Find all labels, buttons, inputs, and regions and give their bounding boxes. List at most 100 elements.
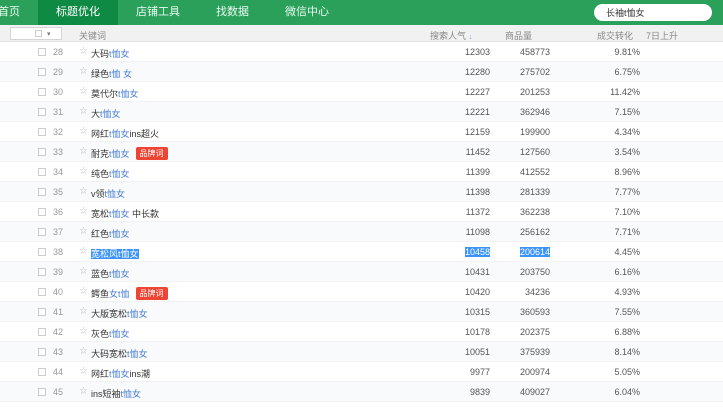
select-all-checkbox[interactable] bbox=[35, 30, 42, 37]
favorite-star-icon[interactable]: ☆ bbox=[79, 166, 88, 177]
favorite-star-icon[interactable]: ☆ bbox=[79, 86, 88, 97]
table-row[interactable]: 28 ☆ 大码t恤女 12303 458773 9.81% bbox=[0, 42, 723, 62]
favorite-star-icon[interactable]: ☆ bbox=[79, 386, 88, 397]
row-checkbox[interactable] bbox=[38, 248, 46, 256]
nav-item-find-data[interactable]: 找数据 bbox=[198, 0, 267, 25]
row-checkbox[interactable] bbox=[38, 208, 46, 216]
keyword-link[interactable]: 网红t恤女ins超火 bbox=[91, 127, 159, 140]
keyword-link[interactable]: 灰色t恤女 bbox=[91, 327, 130, 340]
search-input[interactable]: 长袖t恤女 bbox=[594, 4, 712, 21]
column-header-popularity[interactable]: 搜索人气 ↓ bbox=[430, 29, 473, 42]
table-row[interactable]: 29 ☆ 绿色t恤 女 12280 275702 6.75% bbox=[0, 62, 723, 82]
table-row[interactable]: 31 ☆ 大t恤女 12221 362946 7.15% bbox=[0, 102, 723, 122]
row-checkbox[interactable] bbox=[38, 288, 46, 296]
nav-item-home[interactable]: 首页 bbox=[0, 0, 38, 25]
conversion-value-text: 5.05% bbox=[614, 367, 640, 377]
keyword-link[interactable]: 绿色t恤 女 bbox=[91, 67, 132, 80]
table-row[interactable]: 32 ☆ 网红t恤女ins超火 12159 199900 4.34% bbox=[0, 122, 723, 142]
keyword-link[interactable]: 莫代尔t恤女 bbox=[91, 87, 139, 100]
favorite-star-icon[interactable]: ☆ bbox=[79, 266, 88, 277]
column-header-conversion[interactable]: 成交转化 bbox=[597, 29, 633, 42]
conversion-value-text: 6.16% bbox=[614, 267, 640, 277]
favorite-star-icon[interactable]: ☆ bbox=[79, 126, 88, 137]
products-value: 202375 bbox=[480, 327, 550, 337]
favorite-star-icon[interactable]: ☆ bbox=[79, 226, 88, 237]
column-header-7day-rise[interactable]: 7日上升 bbox=[646, 29, 678, 42]
favorite-star-icon[interactable]: ☆ bbox=[79, 46, 88, 57]
products-value: 362238 bbox=[480, 207, 550, 217]
keyword-link[interactable]: ins短袖t恤女 bbox=[91, 387, 141, 400]
table-row[interactable]: 37 ☆ 红色t恤女 11098 256162 7.71% bbox=[0, 222, 723, 242]
table-row[interactable]: 36 ☆ 宽松t恤女 中长款 11372 362238 7.10% bbox=[0, 202, 723, 222]
products-value-text: 281339 bbox=[519, 187, 550, 197]
row-checkbox[interactable] bbox=[38, 128, 46, 136]
table-row[interactable]: 45 ☆ ins短袖t恤女 9839 409027 6.04% bbox=[0, 382, 723, 402]
keyword-link[interactable]: 蓝色t恤女 bbox=[91, 267, 130, 280]
row-checkbox[interactable] bbox=[38, 368, 46, 376]
table-row[interactable]: 30 ☆ 莫代尔t恤女 12227 201253 11.42% bbox=[0, 82, 723, 102]
favorite-star-icon[interactable]: ☆ bbox=[79, 246, 88, 257]
select-all-dropdown[interactable]: ▾ bbox=[10, 27, 62, 40]
table-row[interactable]: 39 ☆ 蓝色t恤女 10431 203750 6.16% bbox=[0, 262, 723, 282]
row-checkbox[interactable] bbox=[38, 388, 46, 396]
row-checkbox[interactable] bbox=[38, 148, 46, 156]
keyword-link[interactable]: 鳄鱼女t恤 品牌词 bbox=[91, 287, 168, 300]
favorite-star-icon[interactable]: ☆ bbox=[79, 146, 88, 157]
keyword-link[interactable]: 耐克t恤女 品牌词 bbox=[91, 147, 168, 160]
row-checkbox[interactable] bbox=[38, 268, 46, 276]
conversion-value-text: 6.04% bbox=[614, 387, 640, 397]
favorite-star-icon[interactable]: ☆ bbox=[79, 326, 88, 337]
row-rank: 29 bbox=[53, 67, 64, 77]
keyword-text: 蓝色 bbox=[91, 269, 110, 279]
keyword-link[interactable]: 网红t恤女ins潮 bbox=[91, 367, 150, 380]
row-checkbox[interactable] bbox=[38, 228, 46, 236]
row-rank: 41 bbox=[53, 307, 64, 317]
table-row[interactable]: 40 ☆ 鳄鱼女t恤 品牌词 10420 34236 4.93% bbox=[0, 282, 723, 302]
favorite-star-icon[interactable]: ☆ bbox=[79, 106, 88, 117]
table-row[interactable]: 41 ☆ 大版宽松t恤女 10315 360593 7.55% bbox=[0, 302, 723, 322]
keyword-link[interactable]: 纯色t恤女 bbox=[91, 167, 130, 180]
favorite-star-icon[interactable]: ☆ bbox=[79, 206, 88, 217]
row-rank: 34 bbox=[53, 167, 64, 177]
row-checkbox[interactable] bbox=[38, 168, 46, 176]
table-row[interactable]: 43 ☆ 大码宽松t恤女 10051 375939 8.14% bbox=[0, 342, 723, 362]
keyword-link[interactable]: 大码宽松t恤女 bbox=[91, 347, 148, 360]
nav-item-shop-tools[interactable]: 店铺工具 bbox=[118, 0, 198, 25]
favorite-star-icon[interactable]: ☆ bbox=[79, 186, 88, 197]
keyword-link[interactable]: v领t恤女 bbox=[91, 187, 125, 200]
favorite-star-icon[interactable]: ☆ bbox=[79, 306, 88, 317]
products-value-text: 362238 bbox=[519, 207, 550, 217]
favorite-star-icon[interactable]: ☆ bbox=[79, 366, 88, 377]
keyword-link[interactable]: 宽松风t恤女 bbox=[91, 247, 139, 260]
favorite-star-icon[interactable]: ☆ bbox=[79, 66, 88, 77]
table-row[interactable]: 35 ☆ v领t恤女 11398 281339 7.77% bbox=[0, 182, 723, 202]
conversion-value-text: 8.96% bbox=[614, 167, 640, 177]
keyword-link[interactable]: 大版宽松t恤女 bbox=[91, 307, 148, 320]
keyword-link[interactable]: 大码t恤女 bbox=[91, 47, 130, 60]
keyword-link[interactable]: 大t恤女 bbox=[91, 107, 121, 120]
favorite-star-icon[interactable]: ☆ bbox=[79, 286, 88, 297]
table-row[interactable]: 38 ☆ 宽松风t恤女 10458 200614 4.45% bbox=[0, 242, 723, 262]
column-header-products[interactable]: 商品量 bbox=[505, 29, 532, 42]
row-checkbox[interactable] bbox=[38, 48, 46, 56]
row-checkbox[interactable] bbox=[38, 348, 46, 356]
sort-desc-icon[interactable]: ↓ bbox=[469, 32, 473, 41]
favorite-star-icon[interactable]: ☆ bbox=[79, 346, 88, 357]
row-checkbox[interactable] bbox=[38, 108, 46, 116]
keyword-link[interactable]: 红色t恤女 bbox=[91, 227, 130, 240]
table-row[interactable]: 33 ☆ 耐克t恤女 品牌词 11452 127560 3.54% bbox=[0, 142, 723, 162]
table-row[interactable]: 44 ☆ 网红t恤女ins潮 9977 200974 5.05% bbox=[0, 362, 723, 382]
products-value: 256162 bbox=[480, 227, 550, 237]
table-row[interactable]: 42 ☆ 灰色t恤女 10178 202375 6.88% bbox=[0, 322, 723, 342]
products-value-text: 412552 bbox=[519, 167, 550, 177]
keyword-text: 网红 bbox=[91, 129, 110, 139]
nav-item-wechat-center[interactable]: 微信中心 bbox=[267, 0, 347, 25]
row-checkbox[interactable] bbox=[38, 188, 46, 196]
row-checkbox[interactable] bbox=[38, 308, 46, 316]
row-checkbox[interactable] bbox=[38, 328, 46, 336]
row-checkbox[interactable] bbox=[38, 88, 46, 96]
table-row[interactable]: 34 ☆ 纯色t恤女 11399 412552 8.96% bbox=[0, 162, 723, 182]
nav-item-title-optimization[interactable]: 标题优化 bbox=[38, 0, 118, 25]
row-checkbox[interactable] bbox=[38, 68, 46, 76]
keyword-link[interactable]: 宽松t恤女 中长款 bbox=[91, 207, 159, 220]
